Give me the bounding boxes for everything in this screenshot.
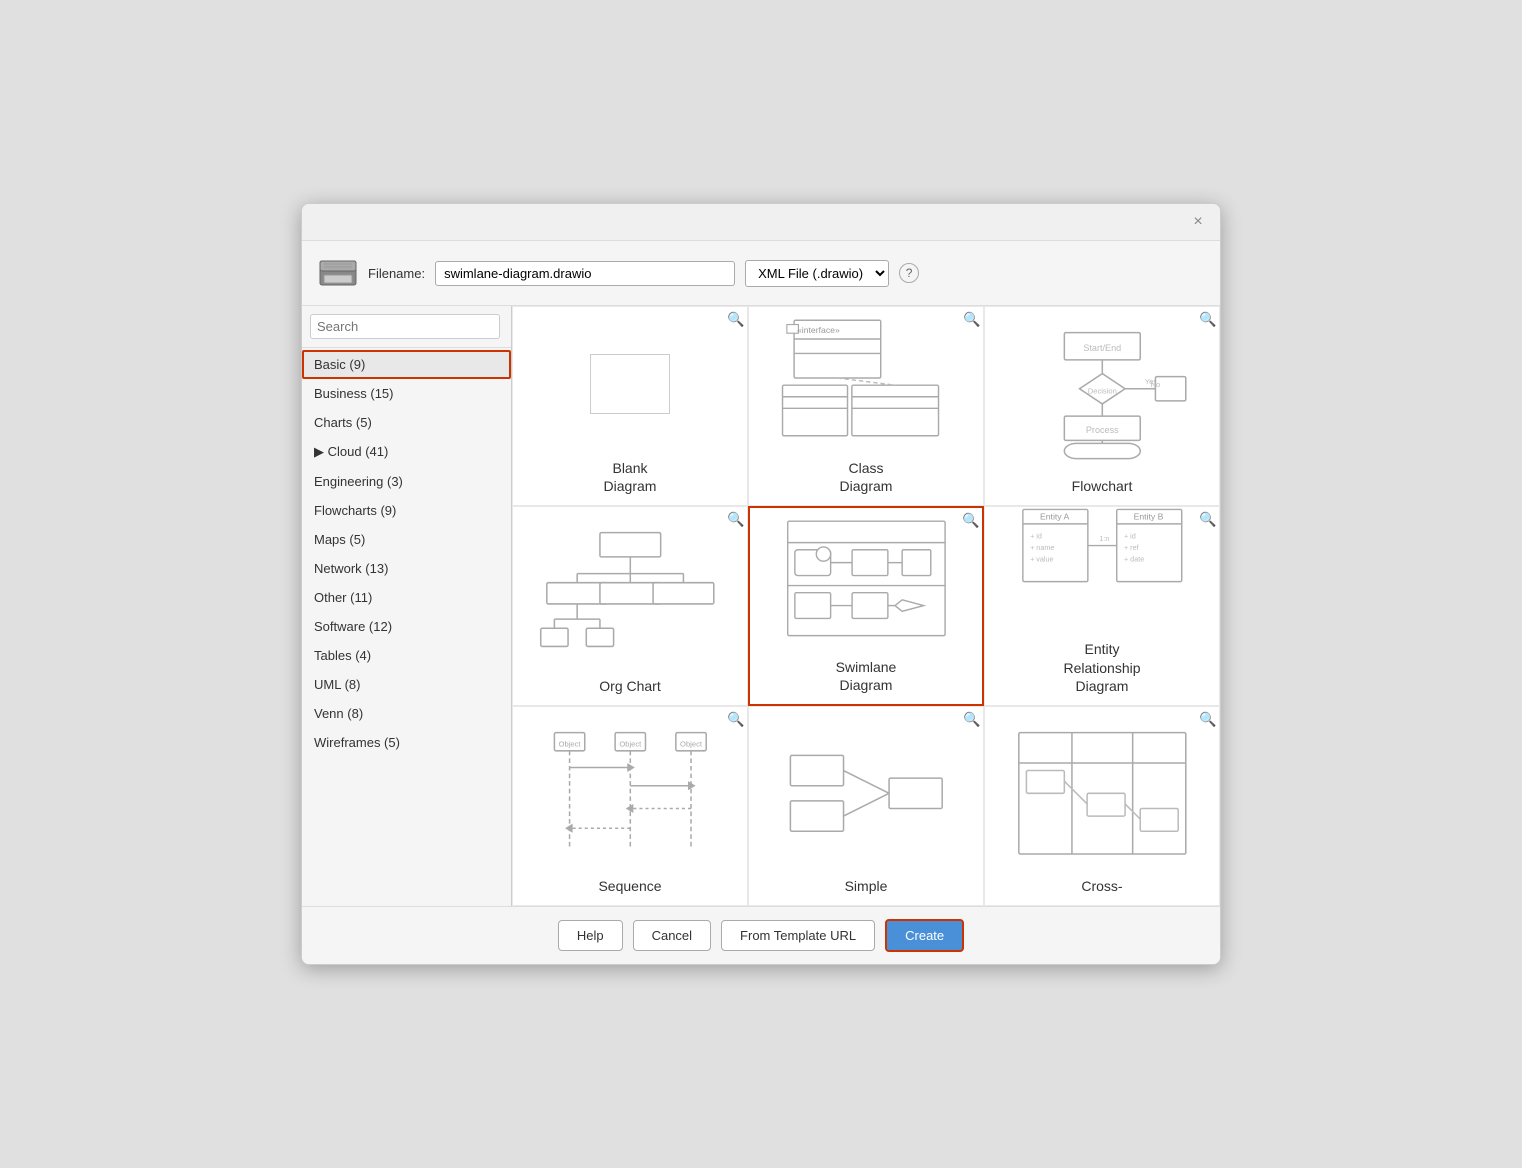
filetype-select[interactable]: XML File (.drawio) SVG File (.svg) HTML … (745, 260, 889, 287)
sidebar-item-business[interactable]: Business (15) (302, 379, 511, 408)
svg-text:+ name: + name (1030, 543, 1054, 552)
cross-preview (995, 717, 1209, 869)
erd-svg: Entity A + id + name + value Entity B + … (1006, 495, 1199, 625)
sidebar-item-network[interactable]: Network (13) (302, 554, 511, 583)
flowchart-preview: Start/End Decision Process Yes No (995, 317, 1209, 469)
swimlane-svg (771, 514, 962, 643)
from-template-url-button[interactable]: From Template URL (721, 920, 875, 951)
template-simple[interactable]: 🔍 Simple (748, 706, 984, 906)
footer: Help Cancel From Template URL Create (302, 906, 1220, 964)
sidebar-item-wireframes[interactable]: Wireframes (5) (302, 728, 511, 757)
template-erd[interactable]: 🔍 Entity A + id + name + value Entity B (984, 506, 1220, 706)
sidebar-list: Basic (9) Business (15) Charts (5) ▶ Clo… (302, 348, 511, 906)
template-swimlane[interactable]: 🔍 (748, 506, 984, 706)
orgchart-preview (523, 517, 737, 669)
sidebar-item-basic[interactable]: Basic (9) (302, 350, 511, 379)
orgchart-label: Org Chart (599, 677, 660, 695)
simple-preview (759, 717, 973, 869)
blank-label: BlankDiagram (604, 459, 657, 495)
sidebar-item-engineering[interactable]: Engineering (3) (302, 467, 511, 496)
dialog: × Filename: XML File (.drawio) SVG File … (301, 203, 1221, 965)
simple-svg (770, 725, 963, 862)
sidebar-item-other[interactable]: Other (11) (302, 583, 511, 612)
template-orgchart[interactable]: 🔍 (512, 506, 748, 706)
template-flowchart[interactable]: 🔍 Start/End Decision Process (984, 306, 1220, 506)
svg-text:+ ref: + ref (1124, 543, 1140, 552)
help-button[interactable]: Help (558, 920, 623, 951)
template-blank[interactable]: 🔍 BlankDiagram (512, 306, 748, 506)
simple-label: Simple (845, 877, 888, 895)
sidebar-item-cloud[interactable]: ▶ Cloud (41) (302, 437, 511, 467)
svg-text:+ value: + value (1030, 555, 1053, 564)
search-input[interactable] (310, 314, 500, 339)
cross-label: Cross- (1081, 877, 1122, 895)
orgchart-svg (534, 525, 727, 662)
svg-text:1:n: 1:n (1099, 534, 1109, 543)
sidebar-item-maps[interactable]: Maps (5) (302, 525, 511, 554)
erd-preview: Entity A + id + name + value Entity B + … (995, 488, 1209, 632)
create-button[interactable]: Create (885, 919, 964, 952)
cross-svg (1006, 725, 1199, 862)
class-preview: «interface» (759, 306, 973, 450)
cancel-button[interactable]: Cancel (633, 920, 711, 951)
content-area: 🔍 BlankDiagram 🔍 (512, 306, 1220, 906)
svg-text:+ id: + id (1124, 532, 1136, 541)
help-icon-circle[interactable]: ? (899, 263, 919, 283)
search-wrapper (302, 306, 511, 348)
titlebar: × (302, 204, 1220, 241)
svg-text:Process: Process (1086, 424, 1119, 434)
sidebar-item-software[interactable]: Software (12) (302, 612, 511, 641)
close-button[interactable]: × (1188, 212, 1208, 232)
filename-label: Filename: (368, 266, 425, 281)
sequence-preview: Object Object Object (523, 717, 737, 869)
flowchart-svg: Start/End Decision Process Yes No (1006, 325, 1199, 462)
sequence-label: Sequence (598, 877, 661, 895)
blank-preview (523, 317, 737, 451)
disk-icon (318, 253, 358, 293)
sidebar-item-flowcharts[interactable]: Flowcharts (9) (302, 496, 511, 525)
body-row: Basic (9) Business (15) Charts (5) ▶ Clo… (302, 306, 1220, 906)
header-row: Filename: XML File (.drawio) SVG File (.… (302, 241, 1220, 306)
sidebar-item-tables[interactable]: Tables (4) (302, 641, 511, 670)
sidebar: Basic (9) Business (15) Charts (5) ▶ Clo… (302, 306, 512, 906)
templates-grid: 🔍 BlankDiagram 🔍 (512, 306, 1220, 906)
svg-text:Object: Object (619, 739, 642, 748)
svg-text:No: No (1150, 380, 1160, 389)
swimlane-preview (760, 507, 972, 650)
svg-text:Decision: Decision (1087, 386, 1116, 395)
svg-text:Entity B: Entity B (1133, 512, 1163, 522)
class-diagram-svg: «interface» (770, 313, 963, 443)
filename-input[interactable] (435, 261, 735, 286)
svg-text:Entity A: Entity A (1040, 512, 1070, 522)
sidebar-item-uml[interactable]: UML (8) (302, 670, 511, 699)
template-cross[interactable]: 🔍 Cros (984, 706, 1220, 906)
sequence-svg: Object Object Object (534, 725, 727, 862)
svg-text:Object: Object (680, 739, 703, 748)
template-sequence[interactable]: 🔍 Object Object Object (512, 706, 748, 906)
svg-text:+ id: + id (1030, 532, 1042, 541)
svg-text:«interface»: «interface» (797, 326, 840, 336)
svg-text:+ date: + date (1124, 555, 1144, 564)
template-class[interactable]: 🔍 «interface» (748, 306, 984, 506)
erd-label: EntityRelationshipDiagram (1063, 640, 1140, 695)
class-label: ClassDiagram (840, 459, 893, 495)
svg-text:Start/End: Start/End (1083, 342, 1121, 352)
swimlane-label: SwimlaneDiagram (836, 658, 897, 694)
sidebar-item-charts[interactable]: Charts (5) (302, 408, 511, 437)
svg-text:Object: Object (558, 739, 581, 748)
sidebar-item-venn[interactable]: Venn (8) (302, 699, 511, 728)
